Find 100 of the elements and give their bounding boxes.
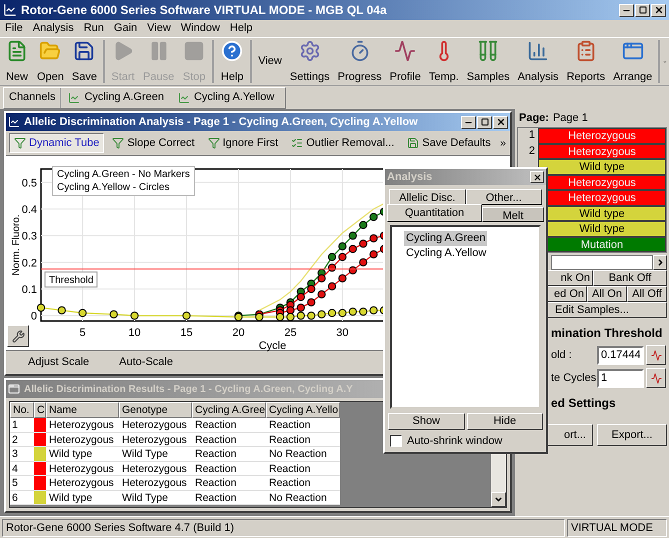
channels-label: Channels: [4, 88, 62, 108]
toolbar-button[interactable]: Settings: [286, 40, 333, 83]
dialog-button[interactable]: Hide: [466, 413, 543, 430]
wrench-button[interactable]: [7, 325, 29, 347]
table-cell-text: Wild Type: [121, 490, 169, 504]
scale-button[interactable]: Adjust Scale: [28, 354, 90, 371]
maximize-button[interactable]: [477, 116, 492, 128]
menu-item[interactable]: Help: [230, 20, 253, 37]
toolbar-button[interactable]: Samples: [464, 40, 513, 83]
toolbar-button[interactable]: Save: [68, 40, 100, 83]
gears-icon: [298, 40, 321, 62]
data-point: [307, 298, 316, 306]
tab[interactable]: Quantitation: [387, 204, 482, 222]
data-point: [338, 274, 347, 282]
caret-icon: [656, 258, 664, 267]
sample-number: 1: [528, 129, 535, 141]
panel-button[interactable]: All Off: [627, 286, 667, 302]
toolbar-button[interactable]: Analysis: [514, 40, 562, 83]
column-header[interactable]: Cycling A.Gree: [192, 402, 266, 418]
column-header[interactable]: Name: [46, 402, 119, 418]
tab[interactable]: Other...: [466, 189, 542, 205]
toolbar-button[interactable]: Progress: [334, 40, 385, 83]
table-cell-text: Heterozygous: [48, 418, 115, 432]
table-cell-text: Wild type: [48, 447, 94, 460]
data-point: [359, 258, 368, 266]
minimize-button[interactable]: [619, 4, 634, 16]
ref-line-label: Threshold: [49, 275, 94, 286]
column-header[interactable]: C: [34, 402, 46, 418]
data-point: [328, 252, 336, 262]
column-header[interactable]: Cycling A.Yello: [266, 402, 340, 418]
tool-button[interactable]: Ignore First: [202, 133, 284, 153]
tool-button[interactable]: Outlier Removal...: [286, 133, 400, 153]
bar-chart-icon: [527, 40, 550, 62]
data-point: [348, 266, 357, 274]
toolbar-button[interactable]: Arrange: [610, 40, 656, 83]
channel-button[interactable]: Cycling A.Green: [61, 89, 171, 106]
page-name: Page 1: [552, 110, 588, 126]
table-cell-text: 1: [11, 418, 19, 432]
funnel-icon: [208, 137, 220, 149]
table-cell-text: Reaction: [268, 432, 312, 446]
close-icon: [532, 172, 542, 182]
table-cell-text: Reaction: [268, 462, 312, 475]
toolbar-button[interactable]: Open: [34, 40, 67, 83]
menu-item[interactable]: Window: [180, 20, 220, 37]
column-header[interactable]: Genotype: [119, 402, 192, 418]
table-cell-text: Reaction: [194, 462, 238, 475]
list-item[interactable]: Cycling A.Yellow: [404, 246, 488, 261]
genotype-bar[interactable]: Heterozygous: [538, 144, 666, 159]
toolbar-button[interactable]: Temp.: [426, 40, 462, 83]
scale-button[interactable]: Auto-Scale: [119, 354, 173, 371]
data-point: [296, 304, 305, 312]
data-point: [58, 306, 66, 314]
tool-button[interactable]: Save Defaults: [402, 133, 496, 153]
scroll-down-button[interactable]: [491, 492, 506, 507]
funnel-icon: [14, 137, 26, 149]
minimize-button[interactable]: [461, 116, 476, 128]
input-field[interactable]: 1: [597, 368, 644, 388]
close-button[interactable]: [530, 171, 544, 183]
menu-item[interactable]: Analysis: [32, 20, 74, 37]
toolbar-button[interactable]: Help: [217, 40, 248, 83]
picker-button[interactable]: [646, 345, 666, 365]
table-cell-text: Heterozygous: [121, 476, 188, 490]
data-point: [328, 264, 336, 272]
tab[interactable]: Melt: [482, 207, 544, 222]
data-point: [370, 306, 378, 314]
tab[interactable]: Allelic Disc.: [389, 189, 466, 205]
column-header[interactable]: No.: [10, 402, 34, 418]
toolbar-button[interactable]: Profile: [386, 40, 424, 83]
horizontal-scrollbar[interactable]: [551, 255, 653, 270]
x-tick-label: 25: [284, 327, 297, 339]
menu-item[interactable]: Run: [84, 20, 104, 37]
toolbar-button[interactable]: Reports: [564, 40, 608, 83]
table-cell-text: Reaction: [194, 418, 238, 432]
list-item[interactable]: Cycling A.Green: [404, 231, 488, 246]
toolbar-button[interactable]: New: [2, 40, 32, 83]
menu-item[interactable]: Gain: [114, 20, 138, 37]
status-text: Rotor-Gene 6000 Series Software 4.7 (Build 1): [2, 518, 565, 536]
close-button[interactable]: [493, 116, 508, 128]
data-point: [318, 274, 326, 282]
picker-button[interactable]: [646, 368, 666, 388]
menu-item[interactable]: File: [5, 20, 23, 37]
table-cell-text: Reaction: [268, 418, 312, 432]
tool-button[interactable]: Slope Correct: [107, 133, 200, 153]
data-point: [348, 308, 357, 316]
maximize-button[interactable]: [635, 4, 650, 16]
window-title: Allelic Discrimination Analysis - Page 1 - Cycling A.Green, Cycling A.Yellow: [24, 114, 418, 130]
close-button[interactable]: [651, 4, 666, 16]
panel-button[interactable]: Export...: [597, 424, 667, 446]
panel-button[interactable]: Bank Off: [593, 270, 667, 286]
channel-button[interactable]: Cycling A.Yellow: [170, 89, 282, 106]
checkbox[interactable]: [390, 435, 402, 447]
data-point: [318, 310, 326, 318]
dialog-button[interactable]: Show: [388, 413, 464, 430]
genotype-bar[interactable]: Heterozygous: [538, 128, 666, 144]
scroll-right-button[interactable]: [653, 255, 667, 270]
tool-button[interactable]: Dynamic Tube: [9, 133, 104, 153]
genotype-bar[interactable]: Wild type: [538, 159, 666, 174]
panel-button[interactable]: All On: [587, 286, 627, 302]
table-cell-text: Wild type: [48, 490, 94, 504]
menu-item[interactable]: View: [147, 20, 171, 37]
